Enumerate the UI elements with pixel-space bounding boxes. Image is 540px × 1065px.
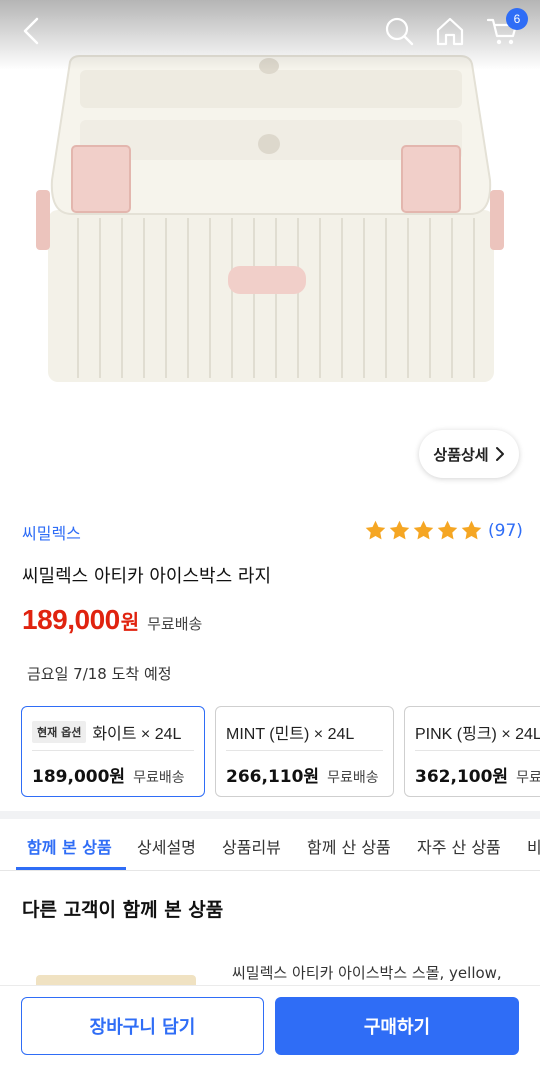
option-name: MINT (민트) × 24L	[226, 726, 355, 743]
option-shipping: 무료배송	[327, 770, 379, 786]
search-icon	[385, 17, 414, 46]
home-icon	[436, 17, 464, 46]
cart-count-badge: 6	[506, 8, 528, 30]
brand-link[interactable]: 씨밀렉스	[22, 520, 81, 544]
product-image[interactable]	[0, 0, 540, 500]
star-icon	[437, 520, 458, 540]
option-price: 362,100원	[415, 767, 509, 787]
back-button[interactable]	[14, 14, 48, 48]
section-separator	[0, 811, 540, 819]
tab-viewed-together[interactable]: 함께 본 상품	[27, 834, 112, 858]
star-icon	[413, 520, 434, 540]
star-icon	[461, 520, 482, 540]
active-tab-indicator	[16, 867, 126, 870]
option-divider	[226, 750, 383, 751]
option-divider	[415, 750, 540, 751]
option-name: 화이트 × 24L	[92, 726, 182, 743]
rating[interactable]: (97)	[364, 519, 523, 542]
option-price: 266,110원	[226, 767, 320, 787]
tab-more[interactable]: 비	[527, 834, 540, 858]
chevron-left-icon	[23, 17, 39, 45]
tab-bar: 함께 본 상품 상세설명 상품리뷰 함께 산 상품 자주 산 상품 비	[0, 819, 540, 871]
option-list: 현재 옵션 화이트 × 24L 189,000원 무료배송 MINT (민트) …	[21, 706, 540, 798]
star-icon	[365, 520, 386, 540]
option-shipping: 무료배송	[133, 770, 185, 786]
search-button[interactable]	[382, 14, 416, 48]
tab-description[interactable]: 상세설명	[137, 834, 196, 858]
bottom-action-bar: 장바구니 담기 구매하기	[0, 985, 540, 1065]
option-shipping: 무료배송	[516, 770, 540, 786]
tab-reviews[interactable]: 상품리뷰	[222, 834, 281, 858]
shipping-label: 무료배송	[147, 615, 203, 633]
current-option-badge: 현재 옵션	[32, 721, 87, 743]
option-name: PINK (핑크) × 24L	[415, 726, 540, 743]
buy-now-button[interactable]: 구매하기	[275, 997, 519, 1055]
home-button[interactable]	[433, 14, 467, 48]
price-unit: 원	[120, 610, 140, 634]
rating-count: (97)	[488, 520, 523, 541]
product-title: 씨밀렉스 아티카 아이스박스 라지	[22, 566, 272, 587]
option-price: 189,000원	[32, 767, 126, 787]
star-icon	[389, 520, 410, 540]
option-divider	[32, 750, 194, 751]
product-detail-button[interactable]: 상품상세	[419, 430, 519, 478]
recommendations-title: 다른 고객이 함께 본 상품	[22, 899, 224, 921]
chevron-right-icon	[495, 447, 504, 461]
option-card-pink[interactable]: PINK (핑크) × 24L 362,100원 무료배송	[404, 706, 540, 797]
recommendation-item-name[interactable]: 씨밀렉스 아티카 아이스박스 스몰, yellow,	[232, 962, 502, 983]
top-bar: 6	[0, 0, 540, 64]
arrival-estimate: 금요일 7/18 도착 예정	[27, 665, 172, 683]
product-detail-label: 상품상세	[433, 445, 489, 464]
price: 189,000	[22, 604, 120, 635]
price-row: 189,000 원 무료배송	[22, 604, 202, 636]
option-card-white[interactable]: 현재 옵션 화이트 × 24L 189,000원 무료배송	[21, 706, 205, 797]
tab-frequently-bought[interactable]: 자주 산 상품	[417, 834, 501, 858]
add-to-cart-button[interactable]: 장바구니 담기	[21, 997, 264, 1055]
option-card-mint[interactable]: MINT (민트) × 24L 266,110원 무료배송	[215, 706, 394, 797]
tab-bought-together[interactable]: 함께 산 상품	[307, 834, 391, 858]
